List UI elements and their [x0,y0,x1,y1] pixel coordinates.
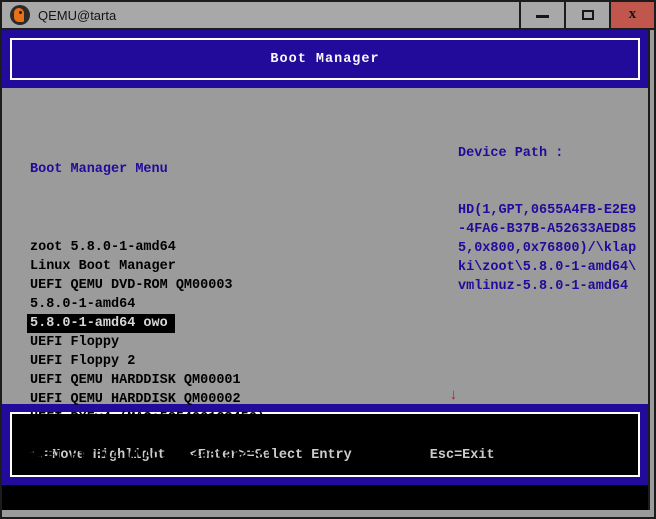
window-controls: x [519,2,654,28]
device-path-heading: Device Path : [458,144,648,163]
window-titlebar: QEMU@tarta x [2,2,654,30]
boot-entry-label: UEFI QEMU HARDDISK QM00002 [30,390,241,409]
device-path-line: vmlinuz-5.8.0-1-amd64 [458,277,648,296]
window-title: QEMU@tarta [38,8,116,23]
boot-entry-label: UEFI QEMU DVD-ROM QM00003 [30,276,233,295]
boot-entry[interactable]: UEFI QEMU HARDDISK QM00002 [30,390,281,409]
boot-manager-header: Boot Manager [2,30,648,88]
boot-entry[interactable]: UEFI Floppy 2 [30,352,281,371]
device-path-panel: Device Path : HD(1,GPT,0655A4FB-E2E9-4FA… [458,106,648,334]
boot-entry[interactable]: UEFI PXEv4 (MAC:525400123456) 2 [30,428,281,447]
boot-entry-label: UEFI Floppy [30,333,119,352]
boot-entry[interactable]: UEFI PXEv4 (MAC:525400123456) [30,409,281,428]
boot-entry[interactable]: Linux Boot Manager [30,257,281,276]
boot-entry[interactable]: UEFI QEMU HARDDISK QM00001 [30,371,281,390]
boot-entry-label: Linux Boot Manager [30,257,176,276]
boot-entry-label: UEFI QEMU HARDDISK QM00001 [30,371,241,390]
boot-entry-label: UEFI Floppy 2 [30,352,135,371]
device-path-line: ki\zoot\5.8.0-1-amd64\ [458,258,648,277]
boot-menu-list: zoot 5.8.0-1-amd64Linux Boot ManagerUEFI… [30,238,281,466]
boot-entry-label: UEFI HTTPv4 (MAC:525400123456) [30,447,273,466]
boot-manager-title-box: Boot Manager [10,38,640,80]
scroll-down-arrow-icon: ↓ [449,389,458,403]
boot-entry-label: UEFI PXEv4 (MAC:525400123456) [30,409,265,428]
boot-entry[interactable]: 5.8.0-1-amd64 owo [30,314,281,333]
qemu-logo-icon [10,5,30,25]
boot-entry-label: 5.8.0-1-amd64 owo [27,314,175,333]
help-item: Esc=Exit [430,446,495,465]
boot-menu: Boot Manager Menu zoot 5.8.0-1-amd64Linu… [30,122,281,504]
boot-entry[interactable]: UEFI QEMU DVD-ROM QM00003 [30,276,281,295]
close-button[interactable]: x [609,2,654,28]
boot-entry-label: 5.8.0-1-amd64 [30,295,135,314]
page-title: Boot Manager [270,50,379,69]
minimize-button[interactable] [519,2,564,28]
boot-manager-body: Boot Manager Menu zoot 5.8.0-1-amd64Linu… [2,88,648,404]
minimize-icon [536,15,549,18]
boot-entry-label: UEFI PXEv4 (MAC:525400123456) 2 [30,428,281,447]
device-path-line: -4FA6-B37B-A52633AED85 [458,220,648,239]
qemu-bird-eye [19,11,22,14]
boot-entry-label: zoot 5.8.0-1-amd64 [30,238,176,257]
qemu-window: QEMU@tarta x Boot Manager Boot Manager M… [0,0,656,519]
maximize-button[interactable] [564,2,609,28]
device-path-line: HD(1,GPT,0655A4FB-E2E9 [458,201,648,220]
boot-entry[interactable]: 5.8.0-1-amd64 [30,295,281,314]
device-path-lines: HD(1,GPT,0655A4FB-E2E9-4FA6-B37B-A52633A… [458,201,648,296]
boot-entry[interactable]: UEFI Floppy [30,333,281,352]
close-icon: x [629,7,637,22]
boot-menu-heading: Boot Manager Menu [30,160,281,179]
device-path-line: 5,0x800,0x76800)/\klap [458,239,648,258]
efi-display: Boot Manager Boot Manager Menu zoot 5.8.… [2,30,650,510]
boot-entry[interactable]: zoot 5.8.0-1-amd64 [30,238,281,257]
boot-entry[interactable]: UEFI HTTPv4 (MAC:525400123456) [30,447,281,466]
maximize-icon [582,10,594,20]
